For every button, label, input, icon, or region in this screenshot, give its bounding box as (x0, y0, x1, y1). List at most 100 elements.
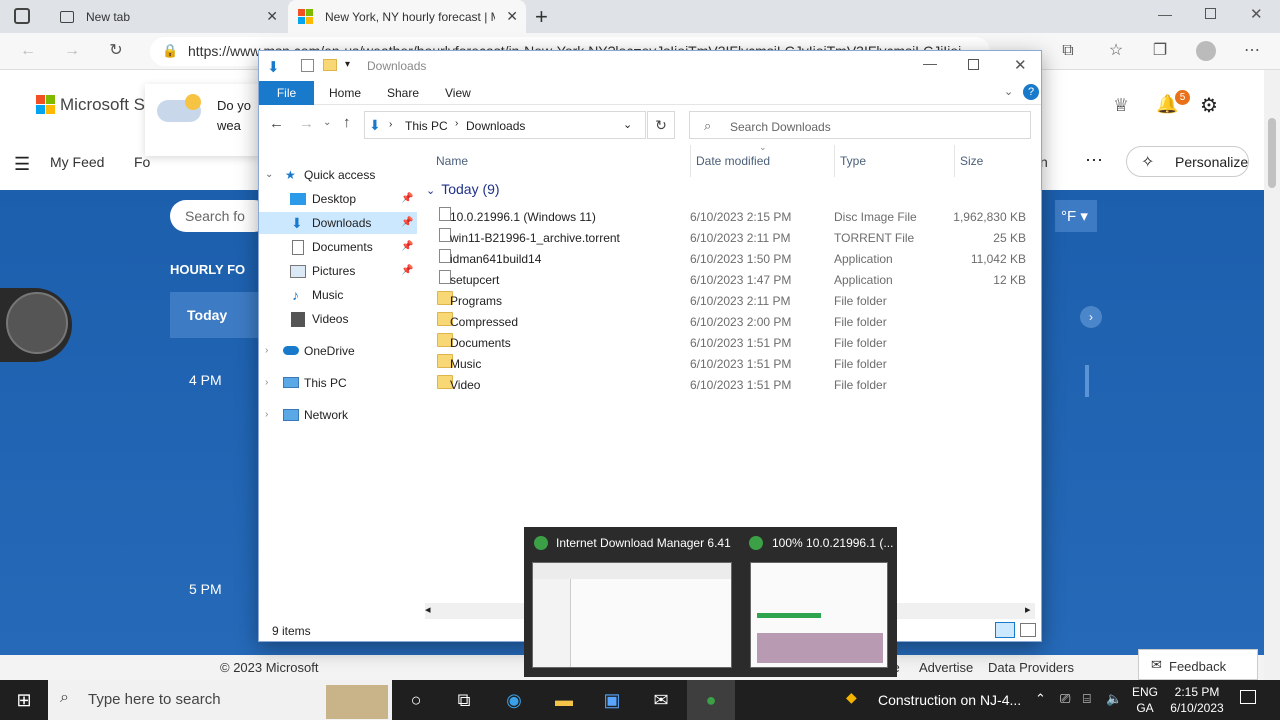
minimize-icon[interactable]: — (1158, 6, 1172, 22)
restore-icon[interactable] (1205, 8, 1216, 19)
column-header-date[interactable]: Date modified (696, 154, 770, 168)
sidebar-item-documents[interactable]: Documents 📌 (259, 236, 417, 258)
forward-icon[interactable]: → (299, 115, 314, 132)
idm-taskbar-icon[interactable]: ● (687, 680, 735, 720)
file-row[interactable]: idman641build14 6/10/2023 1:50 PM Applicat… (424, 249, 1034, 270)
search-input[interactable]: Search fo (170, 200, 270, 232)
personalize-button[interactable]: ✧ Personalize (1126, 146, 1249, 177)
close-tab-icon[interactable]: ✕ (266, 8, 278, 25)
ribbon-tab-view[interactable]: View (433, 81, 483, 105)
nav-my-feed[interactable]: My Feed (50, 154, 104, 170)
unit-toggle[interactable]: °F ▾ (1055, 200, 1097, 232)
explorer-title-bar[interactable]: ⬇ ▾ Downloads — ✕ (259, 51, 1041, 81)
more-menu-icon[interactable]: ⋯ (1242, 41, 1262, 61)
media-thumbnail[interactable] (0, 288, 72, 362)
news-widget[interactable]: ◆ Construction on NJ-4... (842, 680, 1021, 720)
chevron-right-icon[interactable]: › (265, 404, 268, 426)
sidebar-item-pictures[interactable]: Pictures 📌 (259, 260, 417, 282)
sidebar-item-onedrive[interactable]: › OneDrive (259, 340, 417, 362)
cortana-icon[interactable]: ○ (392, 680, 440, 720)
tray-device-icon[interactable]: ⎚ (1060, 691, 1070, 707)
task-view-icon[interactable]: ⧉ (440, 680, 488, 720)
file-row[interactable]: Programs 6/10/2023 2:11 PM File folder (424, 291, 1034, 312)
large-icons-view-icon[interactable] (1020, 623, 1036, 637)
tab-new-tab[interactable]: New tab ✕ (48, 0, 286, 33)
footer-data-providers-link[interactable]: Data Providers (988, 660, 1074, 675)
file-row[interactable]: Compressed 6/10/2023 2:00 PM File folder (424, 312, 1034, 333)
scrollbar-thumb[interactable] (1268, 118, 1276, 188)
breadcrumb[interactable]: ⬇ › This PC › Downloads ⌄ (364, 111, 646, 139)
ribbon-tab-file[interactable]: File (259, 81, 314, 105)
chart-scrollbar[interactable] (1085, 365, 1089, 397)
feedback-button[interactable]: ✉ Feedback (1138, 649, 1258, 680)
nav-item-partial[interactable]: Fo (134, 154, 150, 170)
breadcrumb-downloads[interactable]: Downloads (466, 119, 525, 133)
group-header[interactable]: ⌄ Today (9) (424, 181, 500, 197)
close-tab-icon[interactable]: ✕ (506, 8, 518, 25)
language-indicator[interactable]: ENG GA (1132, 684, 1158, 716)
ribbon-tab-home[interactable]: Home (317, 81, 373, 105)
back-icon[interactable]: ← (18, 41, 38, 61)
details-view-icon[interactable] (995, 622, 1015, 638)
search-input[interactable]: ⌕ Search Downloads (689, 111, 1031, 139)
expand-ribbon-icon[interactable]: ⌄ (1004, 85, 1013, 98)
column-header-type[interactable]: Type (840, 154, 866, 168)
refresh-icon[interactable]: ↻ (106, 41, 126, 61)
tab-weather[interactable]: New York, NY hourly forecast | M ✕ (288, 0, 526, 33)
profile-avatar[interactable] (1196, 41, 1216, 61)
store-icon[interactable]: ▣ (588, 680, 636, 720)
sidebar-item-music[interactable]: ♪ Music (259, 284, 417, 306)
sidebar-item-network[interactable]: › Network (259, 404, 417, 426)
rewards-icon[interactable]: ♕ (1113, 95, 1129, 116)
refresh-icon[interactable]: ↻ (647, 111, 675, 139)
brand-text[interactable]: Microsoft St (60, 95, 150, 115)
forward-icon[interactable]: → (62, 41, 82, 61)
hamburger-menu-icon[interactable]: ☰ (14, 154, 30, 175)
clock[interactable]: 2:15 PM 6/10/2023 (1167, 684, 1227, 716)
next-arrow-icon[interactable]: › (1080, 306, 1102, 328)
start-windows-icon[interactable]: ⊞ (0, 680, 48, 720)
chevron-right-icon[interactable]: › (265, 340, 268, 362)
column-header-name[interactable]: Name (436, 154, 468, 168)
breadcrumb-this-pc[interactable]: This PC (405, 119, 448, 133)
close-icon[interactable]: ✕ (1014, 56, 1027, 74)
sidebar-item-this-pc[interactable]: › This PC (259, 372, 417, 394)
promo-card[interactable]: Do yo wea (145, 84, 260, 156)
sidebar-item-desktop[interactable]: Desktop 📌 (259, 188, 417, 210)
ribbon-tab-share[interactable]: Share (375, 81, 431, 105)
preview-thumbnail-download[interactable] (750, 562, 888, 668)
network-tray-icon[interactable]: ⌸ (1083, 691, 1091, 707)
scroll-right-icon[interactable]: ▸ (1025, 603, 1031, 616)
tray-chevron-icon[interactable]: ⌃ (1035, 691, 1046, 707)
taskbar-search-input[interactable]: ⌕ Type here to search (48, 680, 392, 720)
favorites-icon[interactable]: ☆ (1106, 41, 1126, 61)
customize-toolbar-icon[interactable]: ▾ (345, 59, 350, 70)
notification-center-icon[interactable] (1240, 690, 1256, 704)
file-row[interactable]: Video 6/10/2023 1:51 PM File folder (424, 375, 1034, 396)
new-tab-plus-icon[interactable]: + (535, 4, 548, 30)
page-scrollbar[interactable] (1264, 70, 1280, 680)
tab-today[interactable]: Today (170, 292, 260, 338)
settings-gear-icon[interactable]: ⚙ (1200, 93, 1218, 118)
preview-thumbnail-idm[interactable] (532, 562, 732, 668)
file-row[interactable]: win11-B21996-1_archive.torrent 6/10/2023 … (424, 228, 1034, 249)
more-nav-icon[interactable]: ⋯ (1085, 150, 1103, 171)
sidebar-item-videos[interactable]: Videos (259, 308, 417, 330)
file-row[interactable]: Music 6/10/2023 1:51 PM File folder (424, 354, 1034, 375)
file-row[interactable]: setupcert 6/10/2023 1:47 PM Application 12 … (424, 270, 1034, 291)
extensions-icon[interactable]: ⧉ (1058, 41, 1078, 61)
back-icon[interactable]: ← (269, 115, 284, 132)
scroll-left-icon[interactable]: ◂ (425, 603, 431, 616)
close-window-icon[interactable]: ✕ (1250, 5, 1263, 23)
recent-locations-icon[interactable]: ⌄ (323, 117, 331, 128)
properties-quick-icon[interactable] (301, 59, 314, 72)
file-row[interactable]: 10.0.21996.1 (Windows 11) 6/10/2023 2:15 … (424, 207, 1034, 228)
file-row[interactable]: Documents 6/10/2023 1:51 PM File folder (424, 333, 1034, 354)
footer-advertise-link[interactable]: Advertise (919, 660, 973, 675)
tab-actions-icon[interactable] (14, 8, 30, 24)
chevron-right-icon[interactable]: › (265, 372, 268, 394)
up-icon[interactable]: ↑ (343, 114, 351, 131)
chevron-down-icon[interactable]: ⌄ (623, 118, 632, 131)
volume-icon[interactable]: 🔈 (1106, 691, 1122, 707)
mail-icon[interactable]: ✉ (637, 680, 685, 720)
